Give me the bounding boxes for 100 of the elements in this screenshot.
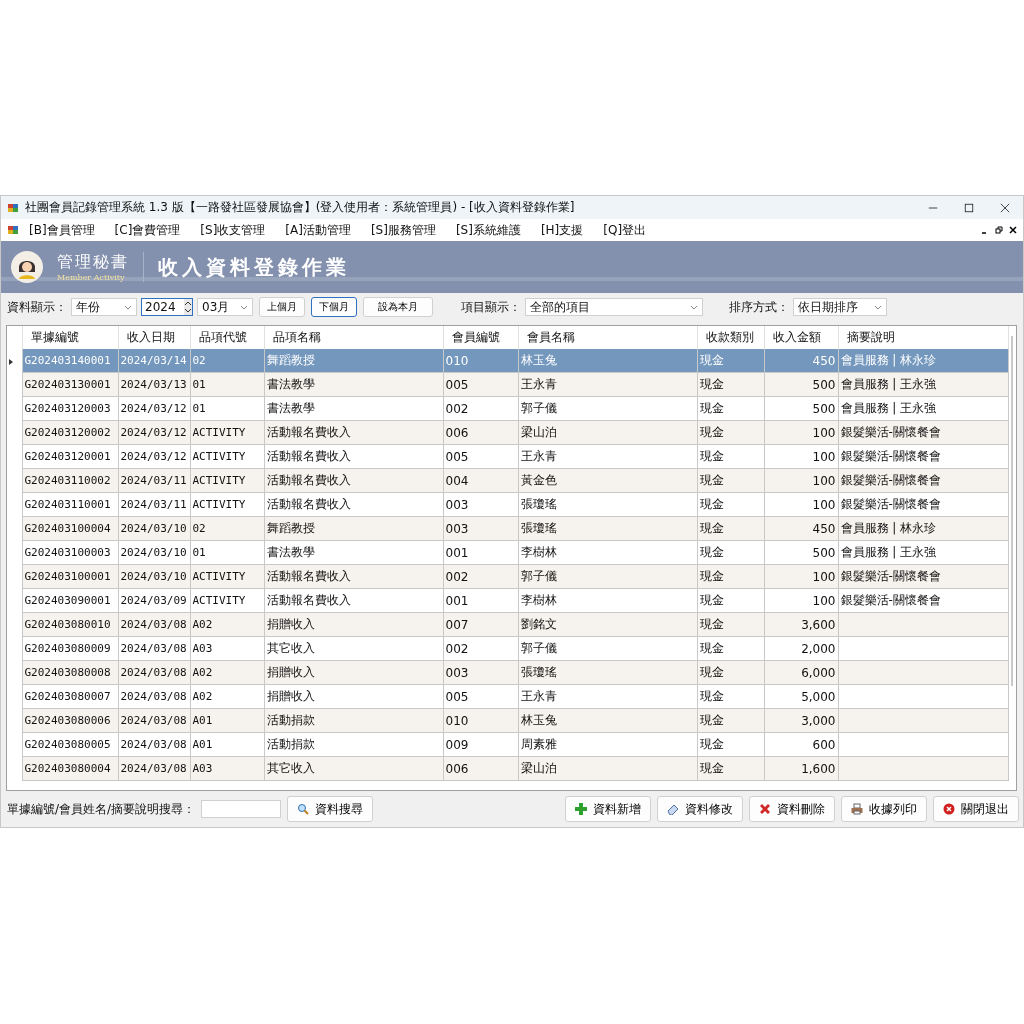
table-cell: 002 <box>445 569 469 584</box>
table-cell: 活動捐款 <box>266 713 315 727</box>
table-cell: 2024/03/08 <box>120 618 187 631</box>
table-cell: 2024/03/08 <box>120 666 187 679</box>
table-row[interactable]: G202403080007 2024/03/08 A02 捐贈收入 005 王永青 現金 5,000 <box>7 684 1008 709</box>
table-cell: 書法教學 <box>266 401 315 415</box>
table-cell: 現金 <box>699 497 724 511</box>
table-row[interactable]: G202403080009 2024/03/08 A03 其它收入 002 郭子儀 現金 2,000 <box>7 636 1008 661</box>
close-icon[interactable] <box>1009 226 1017 234</box>
table-cell: 01 <box>192 546 206 559</box>
brand-subtitle: Member Activity <box>57 273 126 282</box>
close-icon[interactable] <box>1000 202 1010 213</box>
table-cell: 梁山泊 <box>520 425 557 439</box>
month-button[interactable]: 設為本月 <box>363 297 433 317</box>
table-cell: 周素雅 <box>520 737 557 751</box>
table-row[interactable]: G202403080004 2024/03/08 A03 其它收入 006 梁山泊 現金 1,600 <box>7 756 1008 781</box>
table-cell: 王永青 <box>520 449 557 463</box>
table-cell: 100 <box>812 473 836 488</box>
period-dropdown[interactable]: 年份 <box>71 298 137 316</box>
table-cell: 會員服務 | 王永強 <box>840 401 937 415</box>
table-cell: 2024/03/10 <box>120 522 187 535</box>
action-button[interactable]: 資料新增 <box>565 796 651 822</box>
menu-item[interactable]: [H]支援 <box>540 221 584 239</box>
avatar-icon <box>11 251 43 283</box>
table-cell: 李樹林 <box>520 545 557 559</box>
item-dropdown[interactable]: 全部的項目 <box>525 298 703 316</box>
close-icon <box>943 803 955 815</box>
table-cell: 450 <box>812 353 836 368</box>
action-button[interactable]: 資料刪除 <box>749 796 835 822</box>
search-button[interactable]: 資料搜尋 <box>287 796 374 822</box>
table-cell: 現金 <box>699 593 724 607</box>
menu-item[interactable]: [A]活動管理 <box>285 221 351 239</box>
table-row[interactable]: G202403100001 2024/03/10 ACTIVITY 活動報名費收入 002 郭子儀 現金 100 銀髮樂活-關懷餐會 <box>7 564 1008 589</box>
menu-item[interactable]: [Q]登出 <box>603 221 647 239</box>
table-row[interactable]: G202403080008 2024/03/08 A02 捐贈收入 003 張瓊瑤 現金 6,000 <box>7 660 1008 685</box>
menu-item[interactable]: [C]會費管理 <box>114 221 181 239</box>
table-cell: 活動報名費收入 <box>266 569 351 583</box>
row-pointer-icon <box>9 358 13 365</box>
action-button[interactable]: 資料修改 <box>657 796 743 822</box>
table-cell: 現金 <box>699 617 724 631</box>
table-cell: 2,000 <box>801 641 836 656</box>
table-cell: 5,000 <box>801 689 836 704</box>
menu-item[interactable]: [S]服務管理 <box>370 221 436 239</box>
table-cell: 1,600 <box>801 761 836 776</box>
maximize-icon[interactable] <box>964 202 974 213</box>
search-field[interactable] <box>201 800 282 818</box>
table-row[interactable]: G202403090001 2024/03/09 ACTIVITY 活動報名費收入 001 李樹林 現金 100 銀髮樂活-關懷餐會 <box>7 588 1008 613</box>
table-row[interactable]: G202403100004 2024/03/10 02 舞蹈教授 003 張瓊瑤 現金 450 會員服務 | 林永珍 <box>7 516 1008 541</box>
table-row[interactable]: G202403080010 2024/03/08 A02 捐贈收入 007 劉銘文 現金 3,600 <box>7 612 1008 637</box>
sort-dropdown[interactable]: 依日期排序 <box>793 298 887 316</box>
table-cell: 會員服務 | 王永強 <box>840 545 937 559</box>
table-row[interactable]: G202403080005 2024/03/08 A01 活動捐款 009 周素雅 現金 600 <box>7 732 1008 757</box>
month-button[interactable]: 上個月 <box>259 297 305 317</box>
table-row[interactable]: G202403080006 2024/03/08 A01 活動捐款 010 林玉兔 現金 3,000 <box>7 708 1008 733</box>
table-cell: A02 <box>192 618 213 631</box>
table-cell: 現金 <box>699 377 724 391</box>
table-cell: G202403100003 <box>24 546 111 559</box>
restore-icon[interactable] <box>995 226 1003 234</box>
spin-arrows-icon[interactable] <box>184 299 192 315</box>
table-cell: 會員服務 | 王永強 <box>840 377 937 391</box>
table-row[interactable]: G202403130001 2024/03/13 01 書法教學 005 王永青 現金 500 會員服務 | 王永強 <box>7 372 1008 397</box>
table-cell: 005 <box>445 689 469 704</box>
table-cell: 現金 <box>699 665 724 679</box>
table-cell: 張瓊瑤 <box>520 497 557 511</box>
menu-item[interactable]: [B]會員管理 <box>29 221 95 239</box>
page-title: 收入資料登錄作業 <box>158 253 350 281</box>
table-cell: 會員服務 | 林永珍 <box>840 521 937 535</box>
table-cell: ACTIVITY <box>192 570 246 583</box>
table-row[interactable]: G202403110001 2024/03/11 ACTIVITY 活動報名費收入 003 張瓊瑤 現金 100 銀髮樂活-關懷餐會 <box>7 492 1008 517</box>
table-cell: 其它收入 <box>266 761 315 775</box>
table-row[interactable]: G202403120001 2024/03/12 ACTIVITY 活動報名費收入 005 王永青 現金 100 銀髮樂活-關懷餐會 <box>7 444 1008 469</box>
table-row[interactable]: G202403120002 2024/03/12 ACTIVITY 活動報名費收入 006 梁山泊 現金 100 銀髮樂活-關懷餐會 <box>7 420 1008 445</box>
table-cell: 現金 <box>699 569 724 583</box>
menu-item[interactable]: [S]收支管理 <box>200 221 266 239</box>
table-row[interactable]: G202403100003 2024/03/10 01 書法教學 001 李樹林 現金 500 會員服務 | 王永強 <box>7 540 1008 565</box>
table-cell: 002 <box>445 641 469 656</box>
table-cell: 捐贈收入 <box>266 665 315 679</box>
table-row[interactable]: G202403120003 2024/03/12 01 書法教學 002 郭子儀 現金 500 會員服務 | 王永強 <box>7 396 1008 421</box>
display-label: 資料顯示： <box>7 298 67 316</box>
year-spinner[interactable]: 2024 <box>141 298 193 316</box>
table-cell: 2024/03/08 <box>120 714 187 727</box>
table-cell: 100 <box>812 425 836 440</box>
action-button[interactable]: 關閉退出 <box>933 796 1019 822</box>
chevron-down-icon <box>690 304 698 310</box>
table-cell: 001 <box>445 545 469 560</box>
table-cell: G202403120002 <box>24 426 111 439</box>
table-cell: 現金 <box>699 545 724 559</box>
action-button[interactable]: 收據列印 <box>841 796 927 822</box>
month-button[interactable]: 下個月 <box>311 297 357 317</box>
table-cell: ACTIVITY <box>192 426 246 439</box>
table-cell: G202403110002 <box>24 474 111 487</box>
table-cell: 010 <box>445 353 469 368</box>
table-cell: 01 <box>192 402 206 415</box>
menu-item[interactable]: [S]系統維護 <box>455 221 521 239</box>
month-dropdown[interactable]: 03月 <box>197 298 253 316</box>
table-cell: 書法教學 <box>266 377 315 391</box>
table-cell: 500 <box>812 377 836 392</box>
table-row[interactable]: G202403110002 2024/03/11 ACTIVITY 活動報名費收入 004 黃金色 現金 100 銀髮樂活-關懷餐會 <box>7 468 1008 493</box>
table-cell: 3,600 <box>801 617 836 632</box>
table-cell: 銀髮樂活-關懷餐會 <box>840 569 941 583</box>
